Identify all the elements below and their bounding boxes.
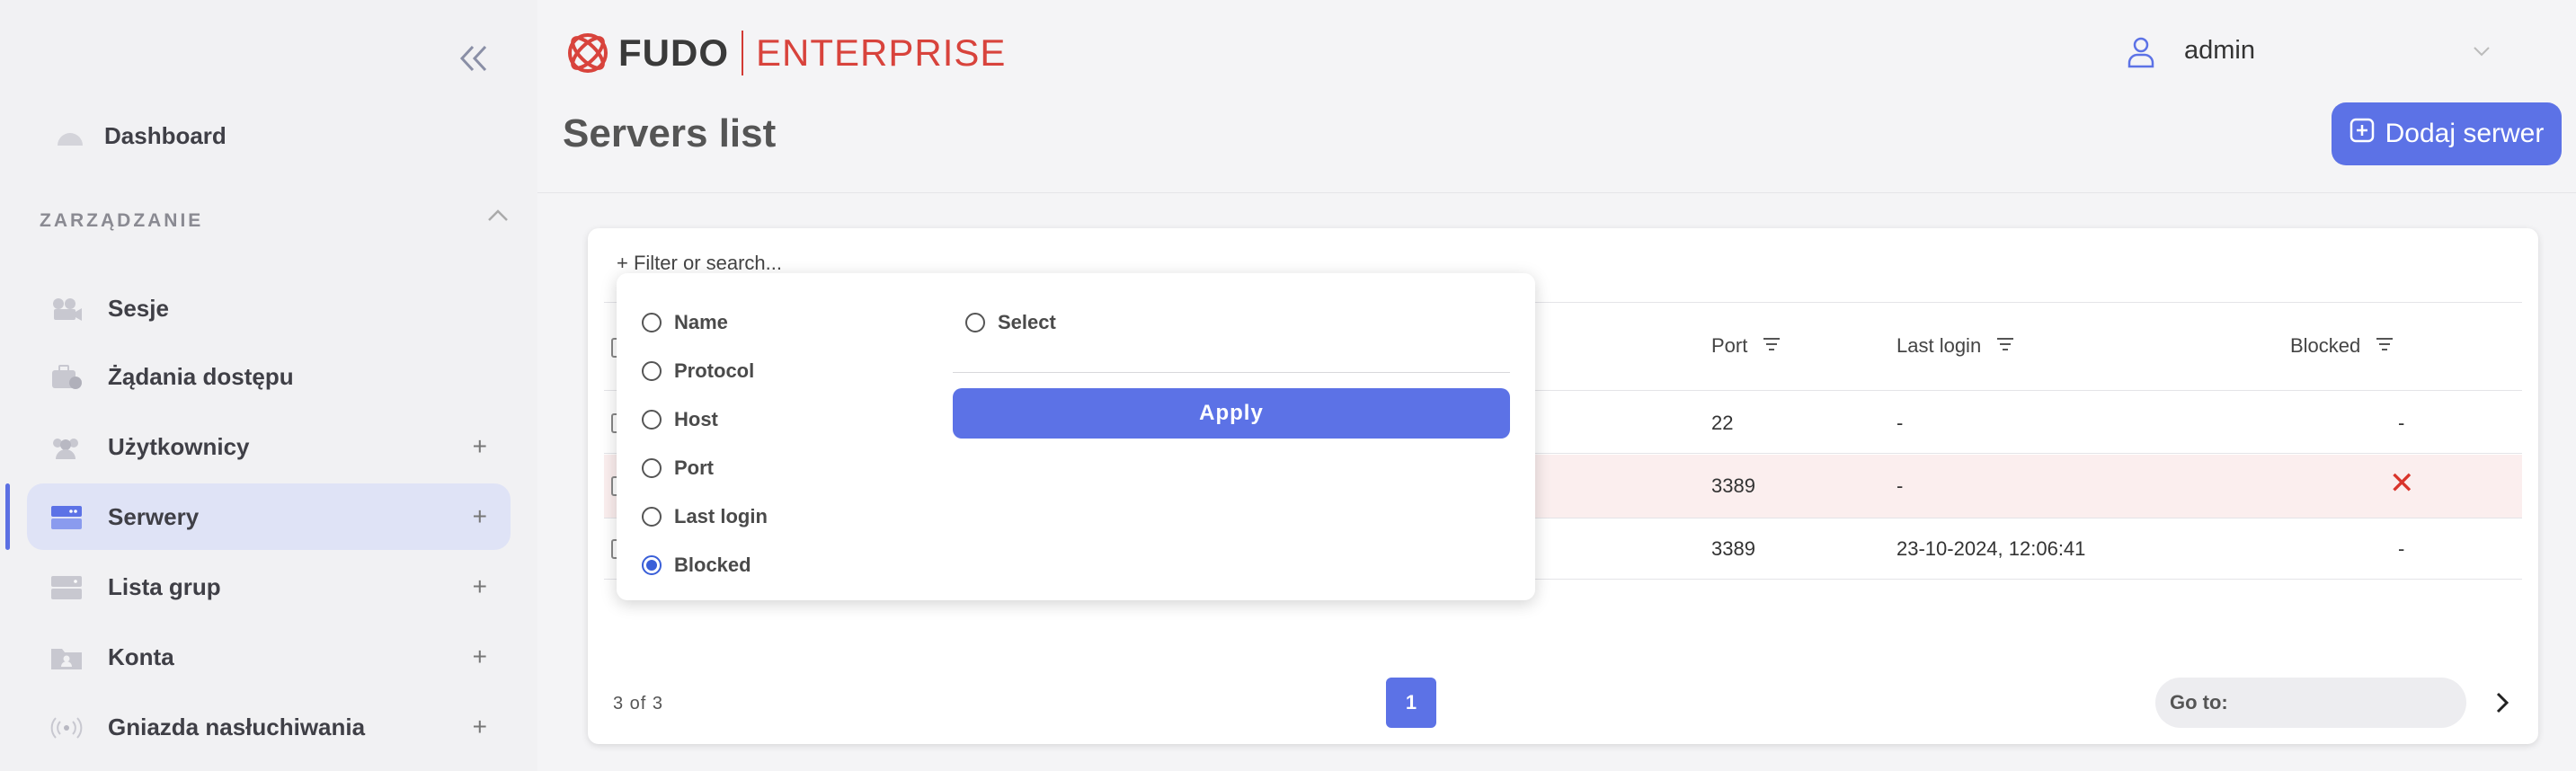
sidebar-item-dashboard[interactable]: Dashboard	[27, 102, 511, 169]
value-underline	[953, 372, 1510, 373]
cell-port: 3389	[1711, 537, 1755, 560]
camera-icon	[50, 297, 83, 322]
sidebar-item-gniazda[interactable]: Gniazda nasłuchiwania +	[27, 694, 511, 760]
column-header-port[interactable]: Port	[1711, 334, 1781, 358]
next-page-icon[interactable]	[2484, 685, 2520, 721]
cell-last-login: -	[1896, 412, 1904, 434]
sidebar-item-label: Sesje	[108, 294, 169, 322]
briefcase-icon	[50, 365, 83, 390]
chevron-down-icon	[2472, 45, 2492, 58]
column-header-label: Port	[1711, 334, 1748, 357]
column-header-blocked[interactable]: Blocked	[2290, 334, 2394, 358]
users-icon	[50, 435, 83, 460]
sort-icon[interactable]	[2375, 334, 2394, 358]
filter-search-input[interactable]: + Filter or search...	[617, 252, 782, 275]
dashboard-icon	[54, 124, 86, 149]
broadcast-icon	[50, 715, 83, 740]
apply-button[interactable]: Apply	[953, 388, 1510, 439]
filter-option-name[interactable]: Name	[642, 311, 728, 334]
server-icon	[50, 505, 83, 530]
add-icon[interactable]: +	[473, 502, 487, 531]
user-menu[interactable]: admin	[2121, 32, 2499, 72]
sidebar-item-konta[interactable]: Konta +	[27, 624, 511, 690]
radio-button[interactable]	[642, 410, 662, 430]
radio-label: Name	[674, 311, 728, 333]
column-header-label: Blocked	[2290, 334, 2361, 357]
fudo-logo: FUDO ENTERPRISE	[564, 27, 1006, 79]
sort-icon[interactable]	[1762, 334, 1781, 358]
user-icon	[2127, 36, 2155, 73]
sidebar-item-label: Konta	[108, 642, 174, 670]
sidebar-item-label: Lista grup	[108, 572, 221, 600]
user-name: admin	[2184, 36, 2255, 65]
cell-blocked: -	[2398, 537, 2405, 560]
cell-port: 3389	[1711, 474, 1755, 497]
sidebar-item-label: Użytkownicy	[108, 432, 250, 460]
radio-label: Port	[674, 456, 714, 479]
radio-button[interactable]	[642, 313, 662, 332]
filter-option-protocol[interactable]: Protocol	[642, 359, 754, 383]
sidebar-item-serwery[interactable]: Serwery +	[27, 483, 511, 550]
collapse-sidebar-icon[interactable]	[457, 43, 493, 74]
sidebar-item-lista-grup[interactable]: Lista grup +	[27, 554, 511, 620]
cell-port: 22	[1711, 412, 1734, 434]
chevron-up-icon[interactable]	[485, 207, 511, 225]
logo-edition-text: ENTERPRISE	[756, 31, 1007, 74]
header-divider	[537, 192, 2576, 193]
radio-label: Host	[674, 408, 718, 430]
radio-label: Protocol	[674, 359, 755, 382]
section-label: ZARZĄDZANIE	[40, 210, 204, 231]
sidebar-item-label: Dashboard	[104, 121, 227, 149]
sidebar-item-label: Żądania dostępu	[108, 362, 294, 390]
pagination-info: 3 of 3	[613, 694, 664, 713]
add-icon[interactable]: +	[473, 432, 487, 461]
add-icon[interactable]: +	[473, 713, 487, 741]
sidebar-item-label: Serwery	[108, 502, 200, 530]
page-title: Servers list	[563, 111, 777, 155]
radio-button[interactable]	[642, 458, 662, 478]
filter-dropdown: Name Protocol Host Port Last login Block…	[617, 273, 1535, 600]
cell-last-login: -	[1896, 474, 1904, 497]
folder-user-icon	[50, 645, 83, 670]
logo-main-text: FUDO	[618, 31, 729, 74]
cell-last-login: 23-10-2024, 12:06:41	[1896, 537, 2086, 560]
radio-button-selected[interactable]	[642, 555, 662, 575]
sidebar-item-label: Gniazda nasłuchiwania	[108, 713, 366, 740]
sidebar-item-zadania[interactable]: Żądania dostępu	[27, 343, 511, 410]
filter-option-blocked[interactable]: Blocked	[642, 554, 751, 577]
goto-input[interactable]	[2234, 691, 2415, 714]
add-icon[interactable]: +	[473, 642, 487, 671]
blocked-x-icon: ✕	[2389, 466, 2415, 501]
add-icon[interactable]: +	[473, 572, 487, 601]
add-server-label: Dodaj serwer	[2385, 119, 2545, 148]
filter-value-select[interactable]: Select	[965, 311, 1056, 334]
sidebar-item-uzytkownicy[interactable]: Użytkownicy +	[27, 413, 511, 480]
cell-blocked: -	[2398, 412, 2405, 434]
server-group-icon	[50, 575, 83, 600]
sidebar-item-sesje[interactable]: Sesje	[27, 275, 511, 341]
filter-option-host[interactable]: Host	[642, 408, 718, 431]
radio-label: Select	[998, 311, 1056, 333]
radio-label: Last login	[674, 505, 768, 527]
radio-button[interactable]	[642, 507, 662, 527]
sort-icon[interactable]	[1995, 334, 2015, 358]
radio-button[interactable]	[965, 313, 985, 332]
column-header-last-login[interactable]: Last login	[1896, 334, 2015, 358]
fudo-logo-icon	[568, 33, 608, 73]
column-header-label: Last login	[1896, 334, 1982, 357]
goto-label: Go to:	[2170, 691, 2228, 713]
radio-button[interactable]	[642, 361, 662, 381]
page-button-1[interactable]: 1	[1386, 678, 1436, 728]
filter-option-last-login[interactable]: Last login	[642, 505, 768, 528]
goto-field[interactable]: Go to:	[2155, 678, 2466, 728]
logo-divider	[742, 31, 743, 75]
add-server-button[interactable]: Dodaj serwer	[2332, 102, 2562, 165]
active-indicator	[5, 483, 10, 550]
filter-option-port[interactable]: Port	[642, 456, 714, 480]
plus-square-icon	[2349, 118, 2375, 150]
sidebar: Dashboard ZARZĄDZANIE Sesje Żądania dost…	[0, 0, 537, 771]
radio-label: Blocked	[674, 554, 751, 576]
